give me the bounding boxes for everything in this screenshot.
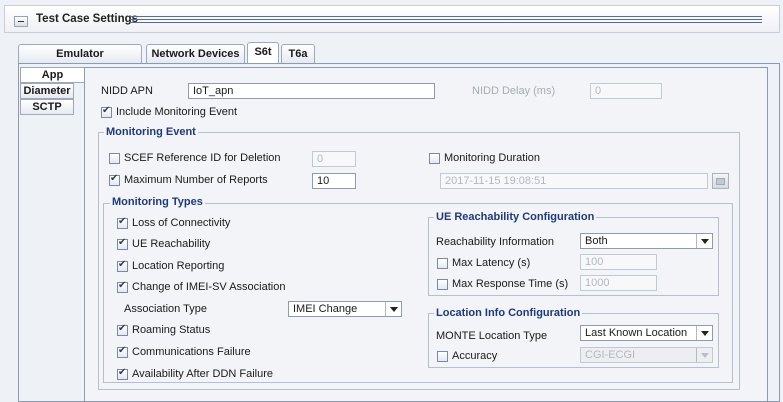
tab-s6t[interactable]: S6t	[247, 42, 279, 64]
ue-reachability-checkbox[interactable]	[117, 237, 128, 250]
title-rule	[130, 22, 762, 23]
roaming-status-checkbox[interactable]	[117, 323, 128, 336]
reachability-info-label: Reachability Information	[436, 236, 555, 248]
accuracy-value: CGI-ECGI	[585, 349, 636, 361]
monitoring-duration-input[interactable]: 2017-11-15 19:08:51	[440, 173, 708, 189]
collapse-icon[interactable]	[14, 16, 28, 27]
side-tab-sctp[interactable]: SCTP	[20, 99, 74, 115]
monte-location-label: MONTE Location Type	[436, 330, 548, 342]
monitoring-types-title: Monitoring Types	[110, 196, 205, 208]
communications-failure-label: Communications Failure	[132, 346, 251, 358]
max-response-checkbox[interactable]	[437, 279, 448, 290]
calendar-icon[interactable]	[712, 173, 729, 189]
scef-ref-input[interactable]: 0	[312, 151, 356, 167]
max-latency-input[interactable]: 100	[580, 254, 657, 270]
max-latency-label: Max Latency (s)	[452, 257, 531, 269]
monte-location-select[interactable]: Last Known Location	[580, 325, 713, 341]
tab-t6a[interactable]: T6a	[281, 44, 315, 64]
association-type-value: IMEI Change	[293, 303, 358, 315]
max-reports-label: Maximum Number of Reports	[124, 174, 268, 186]
reachability-info-select[interactable]: Both	[580, 233, 713, 249]
tab-network-devices[interactable]: Network Devices	[146, 44, 245, 64]
chevron-down-icon[interactable]	[696, 348, 712, 362]
imei-change-label: Change of IMEI-SV Association	[132, 281, 286, 293]
monte-location-value: Last Known Location	[585, 327, 688, 339]
nidd-delay-label: NIDD Delay (ms)	[472, 85, 556, 97]
title-rule	[130, 19, 762, 20]
side-tab-diameter[interactable]: Diameter	[20, 83, 74, 99]
nidd-apn-label: NIDD APN	[101, 85, 153, 97]
loss-connectivity-label: Loss of Connectivity	[132, 217, 231, 229]
tab-emulator-configuration[interactable]: Emulator Configuration	[18, 44, 142, 79]
side-tab-app[interactable]: App	[20, 67, 84, 83]
chevron-down-icon[interactable]	[696, 234, 712, 248]
accuracy-select[interactable]: CGI-ECGI	[580, 347, 713, 363]
location-reporting-checkbox[interactable]	[117, 259, 128, 272]
include-monitoring-checkbox[interactable]	[101, 105, 112, 118]
max-reports-input[interactable]: 10	[312, 173, 356, 189]
section-title: Test Case Settings	[36, 13, 139, 25]
title-rule	[130, 16, 762, 17]
ue-reachability-config-title: UE Reachability Configuration	[434, 211, 597, 223]
location-reporting-label: Location Reporting	[132, 260, 225, 272]
nidd-delay-input[interactable]: 0	[590, 83, 662, 99]
max-response-label: Max Response Time (s)	[452, 278, 569, 290]
max-latency-checkbox[interactable]	[437, 258, 448, 269]
accuracy-checkbox[interactable]	[437, 351, 448, 362]
chevron-down-icon[interactable]	[385, 302, 401, 316]
availability-ddn-label: Availability After DDN Failure	[132, 368, 274, 380]
max-response-input[interactable]: 1000	[580, 275, 657, 291]
loss-connectivity-checkbox[interactable]	[117, 216, 128, 229]
availability-ddn-checkbox[interactable]	[117, 367, 128, 380]
reachability-info-value: Both	[585, 235, 608, 247]
include-monitoring-label: Include Monitoring Event	[116, 106, 238, 118]
communications-failure-checkbox[interactable]	[117, 345, 128, 358]
association-type-select[interactable]: IMEI Change	[288, 301, 402, 317]
imei-change-checkbox[interactable]	[117, 280, 128, 293]
max-reports-checkbox[interactable]	[109, 173, 120, 186]
location-info-config-title: Location Info Configuration	[434, 307, 583, 319]
chevron-down-icon[interactable]	[696, 326, 712, 340]
monitoring-duration-label: Monitoring Duration	[444, 152, 540, 164]
roaming-status-label: Roaming Status	[132, 324, 211, 336]
scef-ref-checkbox[interactable]	[109, 153, 120, 164]
nidd-apn-input[interactable]: IoT_apn	[188, 83, 435, 99]
ue-reachability-label: UE Reachability	[132, 238, 211, 250]
accuracy-label: Accuracy	[452, 350, 498, 362]
monitoring-event-title: Monitoring Event	[104, 126, 198, 138]
scef-ref-label: SCEF Reference ID for Deletion	[124, 152, 281, 164]
monitoring-duration-checkbox[interactable]	[429, 153, 440, 164]
association-type-label: Association Type	[124, 303, 207, 315]
